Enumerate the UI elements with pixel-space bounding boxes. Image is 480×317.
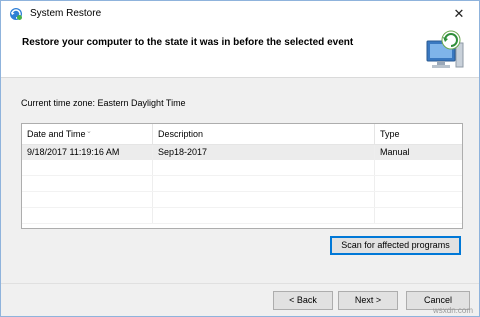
empty-row [22,192,462,208]
column-header-type[interactable]: Type [375,124,462,144]
window-title: System Restore [30,8,102,19]
wizard-header: Restore your computer to the state it wa… [1,27,479,78]
time-zone-label: Current time zone: Eastern Daylight Time [21,98,186,108]
cell-date-time: 9/18/2017 11:19:16 AM [22,145,153,160]
back-button[interactable]: < Back [273,291,333,310]
footer-divider [1,283,479,284]
scan-affected-programs-button[interactable]: Scan for affected programs [330,236,461,255]
column-header-date-time[interactable]: ⌄ Date and Time [22,124,153,144]
next-button[interactable]: Next > [338,291,398,310]
empty-row [22,160,462,176]
cell-type: Manual [380,147,410,157]
empty-row [22,176,462,192]
cell-description: Sep18-2017 [153,145,375,160]
table-row[interactable]: 9/18/2017 11:19:16 AM Sep18-2017 Manual [22,145,462,160]
sort-indicator-icon: ⌄ [86,128,92,135]
close-button[interactable]: ✕ [439,1,479,27]
column-header-description[interactable]: Description [153,124,375,144]
restore-points-table[interactable]: ⌄ Date and Time Description Type 9/18/20… [21,123,463,229]
empty-row [22,208,462,224]
system-restore-app-icon [9,7,23,21]
watermark: wsxdn.com [432,306,473,315]
system-restore-window: System Restore ✕ Restore your computer t… [0,0,480,317]
title-bar[interactable]: System Restore ✕ [1,1,479,27]
close-icon: ✕ [453,6,465,21]
system-restore-computer-icon [423,29,465,73]
page-title: Restore your computer to the state it wa… [22,37,354,48]
table-header: ⌄ Date and Time Description Type [22,124,462,145]
